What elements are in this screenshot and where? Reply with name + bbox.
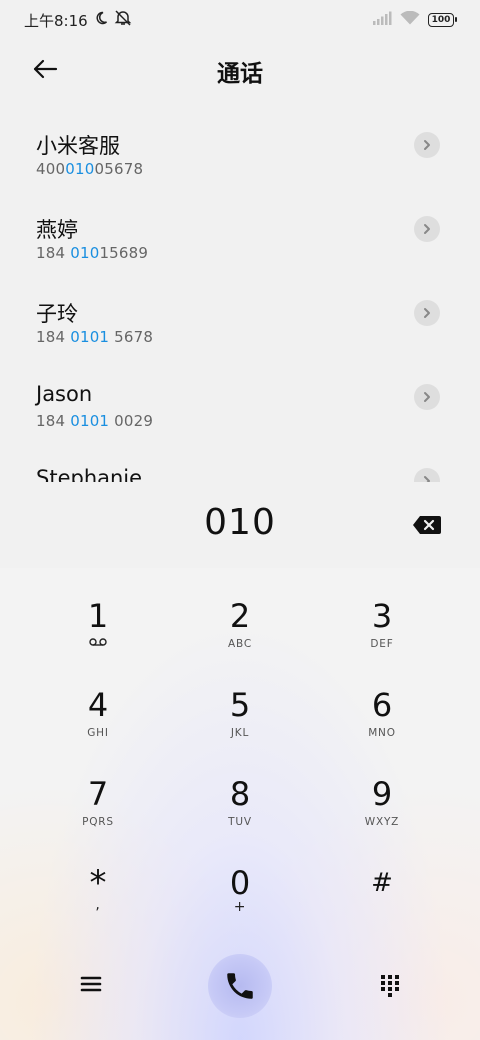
contact-item[interactable]: 小米客服 40001005678 [0, 110, 480, 194]
key-hash[interactable]: # [322, 865, 442, 945]
voicemail-icon [38, 634, 158, 650]
key-5[interactable]: 5 JKL [180, 687, 300, 767]
key-0[interactable]: 0 + [180, 865, 300, 945]
contact-name: 小米客服 [36, 134, 120, 158]
chevron-right-icon [424, 224, 430, 234]
signal-icon [372, 11, 392, 29]
contact-detail-button[interactable] [414, 216, 440, 242]
number-match: 0101 [70, 412, 110, 430]
key-star[interactable]: * , [38, 865, 158, 945]
chevron-right-icon [424, 308, 430, 318]
chevron-right-icon [424, 140, 430, 150]
dialpad-icon [381, 975, 399, 997]
contact-item[interactable]: Stephanie [0, 446, 480, 482]
contact-name: 燕婷 [36, 218, 78, 242]
keypad-toggle-button[interactable] [378, 972, 404, 1000]
contact-number: 184 0101 0029 [36, 412, 154, 430]
contact-name: 子玲 [36, 302, 78, 326]
contact-number: 40001005678 [36, 160, 144, 178]
call-button[interactable] [208, 954, 272, 1018]
contact-name: Stephanie [36, 466, 143, 482]
contact-item[interactable]: Jason 184 0101 0029 [0, 362, 480, 446]
backspace-icon [413, 516, 441, 534]
menu-button[interactable] [78, 972, 106, 1000]
key-9[interactable]: 9 WXYZ [322, 776, 442, 856]
contact-results-list[interactable]: 小米客服 40001005678 燕婷 184 01015689 子玲 184 … [0, 110, 480, 482]
contact-number: 184 01015689 [36, 244, 149, 262]
key-1[interactable]: 1 [38, 598, 158, 678]
contact-detail-button[interactable] [414, 132, 440, 158]
muted-bell-icon [114, 10, 132, 30]
moon-icon [94, 11, 108, 29]
header: 通话 [0, 44, 480, 94]
status-right: 100 [372, 10, 457, 29]
phone-icon [227, 973, 253, 999]
status-bar: 上午8:16 100 [0, 0, 480, 40]
bottom-action-bar [0, 952, 480, 1022]
chevron-right-icon [424, 392, 430, 402]
contact-name: Jason [36, 382, 93, 406]
number-match: 010 [65, 160, 95, 178]
number-match: 010 [70, 244, 100, 262]
dialed-number: 010 [204, 502, 276, 543]
number-match: 0101 [70, 328, 110, 346]
status-left: 上午8:16 [24, 10, 132, 31]
contact-item[interactable]: 燕婷 184 01015689 [0, 194, 480, 278]
status-time: 上午8:16 [24, 11, 88, 30]
battery-icon: 100 [428, 13, 457, 27]
key-4[interactable]: 4 GHI [38, 687, 158, 767]
wifi-icon [400, 10, 420, 29]
key-7[interactable]: 7 PQRS [38, 776, 158, 856]
contact-item[interactable]: 子玲 184 0101 5678 [0, 278, 480, 362]
page-title: 通话 [217, 61, 263, 87]
backspace-button[interactable] [412, 514, 442, 536]
contact-detail-button[interactable] [414, 300, 440, 326]
key-6[interactable]: 6 MNO [322, 687, 442, 767]
key-2[interactable]: 2 ABC [180, 598, 300, 678]
dial-display: 010 [0, 482, 480, 568]
contact-detail-button[interactable] [414, 468, 440, 482]
key-3[interactable]: 3 DEF [322, 598, 442, 678]
key-8[interactable]: 8 TUV [180, 776, 300, 856]
menu-icon [80, 976, 102, 992]
contact-number: 184 0101 5678 [36, 328, 154, 346]
chevron-right-icon [424, 476, 430, 482]
contact-detail-button[interactable] [414, 384, 440, 410]
